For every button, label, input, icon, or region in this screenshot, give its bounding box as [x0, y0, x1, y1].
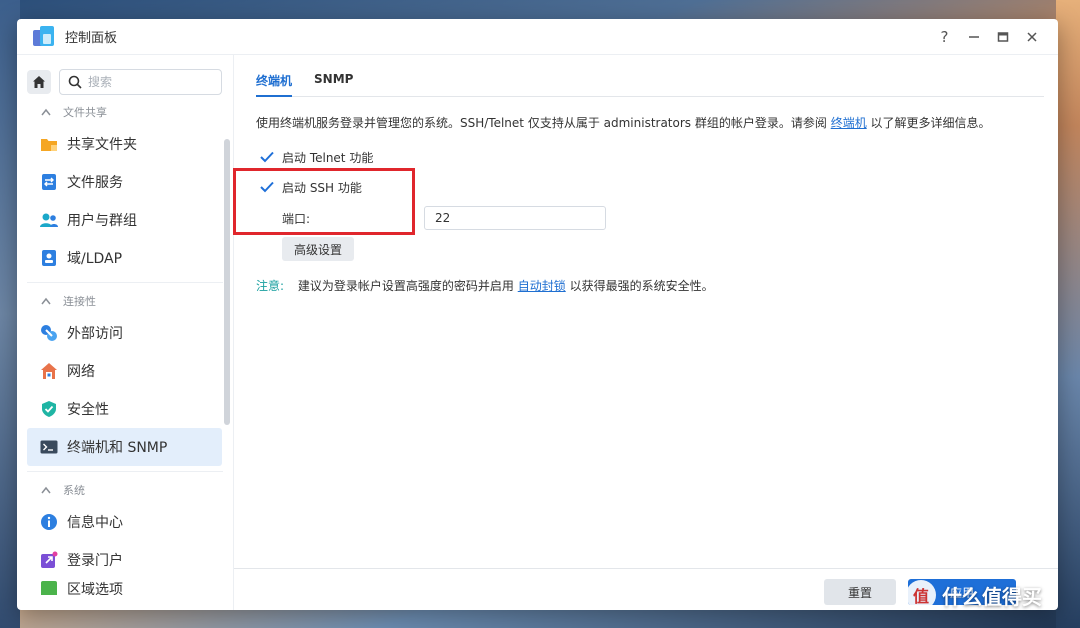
- chevron-up-icon: [41, 297, 51, 305]
- sidebar-item-label: 区域选项: [67, 582, 123, 595]
- login-portal-icon: [39, 550, 59, 570]
- sidebar-item-label: 共享文件夹: [67, 137, 137, 153]
- sidebar-item-label: 外部访问: [67, 326, 123, 342]
- chevron-up-icon: [41, 486, 51, 494]
- info-icon: [39, 512, 59, 532]
- telnet-label: 启动 Telnet 功能: [282, 150, 374, 165]
- sidebar-item-label: 用户与群组: [67, 213, 137, 229]
- sidebar-item-shared-folder[interactable]: 共享文件夹: [27, 125, 222, 163]
- file-services-icon: [39, 172, 59, 192]
- description-text: 使用终端机服务登录并管理您的系统。SSH/Telnet 仅支持从属于 admin…: [256, 116, 827, 130]
- close-icon: [1026, 31, 1037, 42]
- sidebar-item-label: 登录门户: [67, 553, 123, 569]
- checkmark-icon: [260, 151, 274, 163]
- sidebar-item-login-portal[interactable]: 登录门户: [27, 541, 222, 579]
- maximize-icon: [997, 31, 1008, 42]
- watermark: 值 什么值得买: [906, 580, 1042, 610]
- sidebar-item-regional-options[interactable]: 区域选项: [27, 579, 222, 595]
- minimize-icon: [968, 35, 979, 38]
- maximize-button[interactable]: [988, 25, 1017, 49]
- main-content: 终端机 SNMP 使用终端机服务登录并管理您的系统。SSH/Telnet 仅支持…: [233, 55, 1058, 610]
- sidebar-item-security[interactable]: 安全性: [27, 390, 222, 428]
- section-label: 连接性: [63, 295, 96, 308]
- sidebar-item-label: 文件服务: [67, 175, 123, 191]
- desktop-wallpaper-right: [1056, 0, 1080, 628]
- section-label: 文件共享: [63, 106, 107, 119]
- window-title: 控制面板: [65, 31, 118, 46]
- sidebar-item-domain-ldap[interactable]: 域/LDAP: [27, 239, 222, 277]
- note-tail: 以获得最强的系统安全性。: [569, 279, 714, 293]
- description-tail: 以了解更多详细信息。: [870, 116, 991, 130]
- sidebar-item-label: 终端机和 SNMP: [67, 440, 168, 456]
- control-panel-app-icon: [33, 25, 55, 48]
- shield-icon: [39, 399, 59, 419]
- divider: [27, 282, 223, 283]
- title-bar[interactable]: 控制面板 ?: [17, 19, 1058, 55]
- close-button[interactable]: [1017, 25, 1046, 49]
- watermark-logo: 值: [906, 580, 936, 610]
- search-box[interactable]: [59, 69, 222, 95]
- terminal-description: 使用终端机服务登录并管理您的系统。SSH/Telnet 仅支持从属于 admin…: [256, 114, 1058, 131]
- section-header-connectivity[interactable]: 连接性: [17, 288, 233, 314]
- search-input[interactable]: [88, 75, 208, 89]
- sidebar-item-file-services[interactable]: 文件服务: [27, 163, 222, 201]
- divider: [27, 471, 223, 472]
- section-header-system[interactable]: 系统: [17, 477, 233, 503]
- tab-bar: 终端机 SNMP: [256, 55, 1044, 97]
- control-panel-window: 控制面板 ? 搜索 文件共享 共享文件夹 文件服务 用户与群组 域/LDAP 连…: [17, 19, 1058, 610]
- red-highlight-annotation: [233, 168, 415, 235]
- terminal-icon: [39, 437, 59, 457]
- reset-button[interactable]: 重置: [824, 579, 896, 605]
- users-icon: [39, 210, 59, 230]
- sidebar-item-terminal-snmp[interactable]: 终端机和 SNMP: [27, 428, 222, 466]
- sidebar-scrollbar[interactable]: [224, 139, 230, 425]
- home-button[interactable]: [27, 70, 51, 94]
- security-note: 注意: 建议为登录帐户设置高强度的密码并启用 自动封锁 以获得最强的系统安全性。: [256, 277, 1058, 294]
- sidebar: 文件共享 共享文件夹 文件服务 用户与群组 域/LDAP 连接性: [17, 55, 234, 610]
- sidebar-item-label: 域/LDAP: [67, 251, 123, 267]
- tab-snmp[interactable]: SNMP: [314, 72, 353, 97]
- home-icon: [33, 76, 45, 88]
- sidebar-item-network[interactable]: 网络: [27, 352, 222, 390]
- domain-icon: [39, 248, 59, 268]
- section-header-file-sharing[interactable]: 文件共享: [17, 99, 233, 125]
- telnet-checkbox[interactable]: [260, 150, 274, 164]
- note-label: 注意:: [256, 279, 285, 293]
- folder-icon: [39, 134, 59, 154]
- advanced-settings-button[interactable]: 高级设置: [282, 237, 354, 261]
- sidebar-item-label: 信息中心: [67, 515, 123, 531]
- note-text: 建议为登录帐户设置高强度的密码并启用: [297, 279, 514, 293]
- chevron-up-icon: [41, 108, 51, 116]
- help-button[interactable]: ?: [930, 25, 959, 49]
- sidebar-item-label: 安全性: [67, 402, 109, 418]
- sidebar-item-external-access[interactable]: 外部访问: [27, 314, 222, 352]
- watermark-text: 什么值得买: [942, 584, 1042, 609]
- auto-block-link[interactable]: 自动封锁: [518, 279, 566, 293]
- network-home-icon: [39, 361, 59, 381]
- tab-terminal[interactable]: 终端机: [256, 72, 293, 97]
- minimize-button[interactable]: [959, 25, 988, 49]
- external-access-icon: [39, 323, 59, 343]
- regional-options-icon: [39, 579, 59, 595]
- sidebar-item-user-group[interactable]: 用户与群组: [27, 201, 222, 239]
- port-input[interactable]: [424, 206, 606, 230]
- terminal-help-link[interactable]: 终端机: [831, 116, 867, 130]
- sidebar-item-label: 网络: [67, 364, 95, 380]
- search-icon: [68, 75, 82, 89]
- section-label: 系统: [63, 484, 85, 497]
- sidebar-item-info-center[interactable]: 信息中心: [27, 503, 222, 541]
